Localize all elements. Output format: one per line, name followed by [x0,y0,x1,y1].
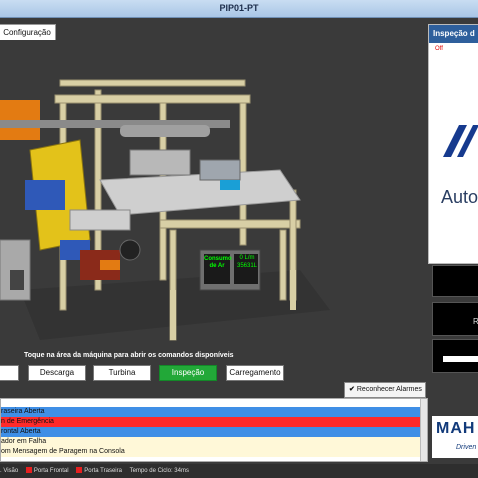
status-box-1 [432,265,478,297]
window-title: PIP01-PT [0,0,478,18]
mode-button-descarga[interactable]: Descarga [28,365,86,381]
panel-title: Inspeção d [429,25,478,43]
mode-button-turbina[interactable]: Turbina [93,365,151,381]
status-vision: . Visão [0,468,19,474]
status-bar: . Visão Porta Frontal Porta Traseira Tem… [0,464,478,478]
check-icon: ✔ [349,386,355,393]
status-box-label: R [473,317,478,326]
status-front-door: Porta Frontal [33,468,69,474]
mode-button-inspecao[interactable]: Inspeção [159,365,217,381]
status-box-3 [432,339,478,373]
alarm-row[interactable]: n de Emergência [1,417,427,427]
air-consumption-values: 0 L/m 35631L [236,255,258,269]
company-logo: MAH Driven [432,416,478,458]
mode-button-previous[interactable] [0,365,19,381]
brand-word: Auto [441,187,478,207]
machine-3d-view[interactable] [0,40,420,350]
status-cycle-time: Tempo de Ciclo: 34ms [129,468,189,474]
mode-button-carregamento[interactable]: Carregamento [226,365,284,381]
alarm-row[interactable]: ador em Falha [1,437,427,447]
ack-label: Reconhecer Alarmes [356,386,422,393]
logo-tagline: Driven [456,444,477,451]
alarm-row[interactable]: rontal Aberta [1,427,427,437]
acknowledge-alarms-button[interactable]: ✔ Reconhecer Alarmes [344,382,426,398]
alarm-row[interactable]: om Mensagem de Paragem na Consola [1,447,427,457]
logo-text: MAH [436,420,476,437]
air-consumption-label: Consumo de Ar [204,256,232,269]
brand-logo-icon [439,121,478,161]
front-door-indicator-icon [25,466,32,473]
alarm-list[interactable]: raseira Aberta n de Emergência rontal Ab… [0,398,428,462]
status-box-2: R [432,302,478,336]
status-bar-fill [443,356,478,362]
status-rear-door: Porta Traseira [84,468,122,474]
alarm-row[interactable]: raseira Aberta [1,407,427,417]
rear-door-indicator-icon [76,466,83,473]
touch-hint: Toque na área da máquina para abrir os c… [24,352,234,359]
panel-state: Off [435,46,443,52]
alarm-scrollbar[interactable] [420,399,427,461]
inspection-panel: Inspeção d Off Auto [428,24,478,264]
